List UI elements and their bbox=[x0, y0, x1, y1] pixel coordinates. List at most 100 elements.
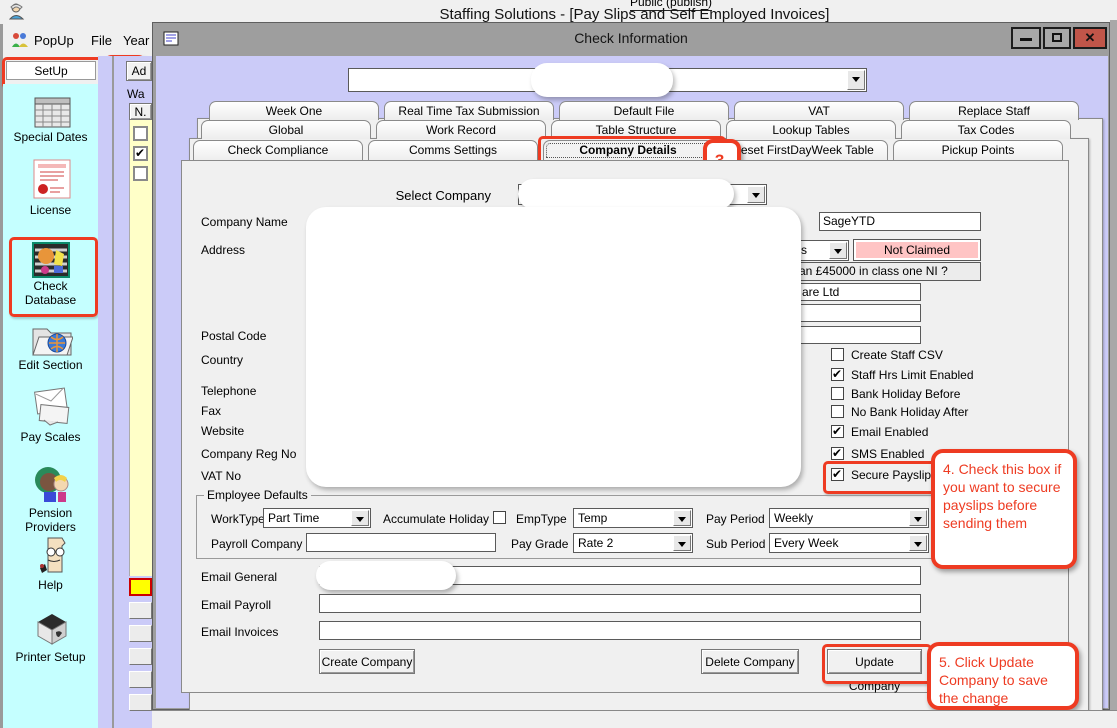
dropdown-arrow-icon[interactable] bbox=[351, 510, 369, 526]
bank-holiday-before-checkbox[interactable] bbox=[831, 387, 844, 400]
email-enabled-label: Email Enabled bbox=[851, 425, 928, 439]
grid-row-checkbox[interactable] bbox=[133, 146, 148, 161]
tab-comms-settings[interactable]: Comms Settings bbox=[368, 140, 538, 161]
window-right-edge bbox=[1110, 20, 1117, 728]
tab-work-record[interactable]: Work Record bbox=[376, 120, 546, 139]
check-information-dialog: Check Information ✕ Week One Real Time T… bbox=[152, 22, 1110, 710]
app-icon bbox=[8, 3, 25, 20]
email-general-label: Email General bbox=[201, 570, 277, 584]
special-dates-icon[interactable] bbox=[34, 97, 71, 128]
setup-button[interactable]: SetUp bbox=[6, 61, 96, 80]
check-database-label-2[interactable]: Database bbox=[3, 293, 98, 307]
add-button[interactable]: Ad bbox=[126, 61, 152, 81]
dialog-body: Week One Real Time Tax Submission Defaul… bbox=[156, 56, 1108, 708]
tab-replace-staff[interactable]: Replace Staff bbox=[909, 101, 1079, 120]
worktype-label: WorkType bbox=[211, 512, 265, 526]
grid-cell[interactable] bbox=[129, 602, 152, 619]
printer-setup-icon[interactable] bbox=[30, 608, 74, 648]
vat-no-label: VAT No bbox=[201, 469, 241, 483]
menu-item-popup[interactable]: PopUp bbox=[34, 33, 74, 48]
payroll-company-field[interactable] bbox=[306, 533, 496, 552]
grid-row-checkbox[interactable] bbox=[133, 166, 148, 181]
emptype-combobox[interactable]: Temp bbox=[573, 508, 693, 528]
sms-enabled-checkbox[interactable] bbox=[831, 447, 844, 460]
sub-period-combobox[interactable]: Every Week bbox=[769, 533, 929, 553]
check-database-icon[interactable] bbox=[32, 242, 70, 278]
edit-section-icon[interactable] bbox=[31, 321, 73, 357]
sage-field[interactable]: SageYTD bbox=[819, 212, 981, 231]
tab-global[interactable]: Global bbox=[201, 120, 371, 139]
pay-grade-label: Pay Grade bbox=[511, 537, 568, 551]
grid-cell[interactable] bbox=[129, 648, 152, 665]
menu-item-file[interactable]: File bbox=[91, 33, 112, 48]
telephone-label: Telephone bbox=[201, 384, 256, 398]
tab-week-one[interactable]: Week One bbox=[209, 101, 379, 120]
delete-company-button[interactable]: Delete Company bbox=[701, 649, 799, 674]
grid-column-header[interactable]: N. bbox=[129, 103, 152, 120]
dropdown-arrow-icon[interactable] bbox=[909, 535, 927, 551]
minimize-button[interactable] bbox=[1011, 27, 1041, 49]
popup-menu-icon bbox=[11, 31, 29, 49]
secure-payslips-highlight-box bbox=[823, 461, 943, 494]
pension-providers-label-2[interactable]: Providers bbox=[3, 520, 98, 534]
not-claimed-button[interactable]: Not Claimed bbox=[856, 242, 978, 258]
dropdown-arrow-icon[interactable] bbox=[673, 535, 691, 551]
dropdown-arrow-icon[interactable] bbox=[747, 186, 765, 203]
pay-grade-combobox[interactable]: Rate 2 bbox=[573, 533, 693, 553]
annotation-callout-5: 5. Click Update Company to save the chan… bbox=[927, 642, 1079, 710]
license-icon[interactable] bbox=[32, 158, 72, 200]
accumulate-holiday-checkbox[interactable] bbox=[493, 511, 506, 524]
sidebar-item-special-dates[interactable]: Special Dates bbox=[3, 130, 98, 144]
maximize-button[interactable] bbox=[1043, 27, 1071, 49]
tab-check-compliance[interactable]: Check Compliance bbox=[193, 140, 363, 161]
tab-pickup-points[interactable]: Pickup Points bbox=[893, 140, 1063, 161]
sidebar-item-edit-section[interactable]: Edit Section bbox=[3, 358, 98, 372]
grid-cell[interactable] bbox=[129, 671, 152, 688]
tab-default-file[interactable]: Default File bbox=[559, 101, 729, 120]
screen: Public (publish) Staffing Solutions - [P… bbox=[0, 0, 1117, 728]
dropdown-arrow-icon[interactable] bbox=[829, 242, 847, 259]
worktype-combobox[interactable]: Part Time bbox=[263, 508, 371, 528]
email-payroll-field[interactable] bbox=[319, 594, 921, 613]
help-icon[interactable] bbox=[36, 536, 70, 578]
annotation-callout-4: 4. Check this box if you want to secure … bbox=[931, 449, 1077, 569]
dropdown-arrow-icon[interactable] bbox=[673, 510, 691, 526]
pay-scales-icon[interactable] bbox=[30, 386, 74, 426]
sidebar-item-printer-setup[interactable]: Printer Setup bbox=[3, 650, 98, 664]
tab-real-time-tax-submission[interactable]: Real Time Tax Submission bbox=[384, 101, 554, 120]
grid-row-checkbox[interactable] bbox=[133, 126, 148, 141]
redaction-blob bbox=[518, 179, 734, 209]
tab-lookup-tables[interactable]: Lookup Tables bbox=[726, 120, 896, 139]
grid-divider bbox=[112, 56, 114, 728]
grid-selected-cell[interactable] bbox=[129, 578, 152, 596]
sidebar-item-help[interactable]: Help bbox=[3, 578, 98, 592]
no-bank-holiday-after-label: No Bank Holiday After bbox=[851, 405, 968, 419]
dropdown-arrow-icon[interactable] bbox=[847, 70, 865, 90]
redaction-blob bbox=[306, 207, 801, 487]
pension-providers-icon[interactable] bbox=[32, 462, 72, 504]
tab-tax-codes[interactable]: Tax Codes bbox=[901, 120, 1071, 139]
check-database-label-1[interactable]: Check bbox=[3, 279, 98, 293]
no-bank-holiday-after-checkbox[interactable] bbox=[831, 405, 844, 418]
create-company-button[interactable]: Create Company bbox=[319, 649, 415, 674]
pension-providers-label-1[interactable]: Pension bbox=[3, 506, 98, 520]
staff-hrs-limit-label: Staff Hrs Limit Enabled bbox=[851, 368, 974, 382]
pay-period-combobox[interactable]: Weekly bbox=[769, 508, 929, 528]
staff-hrs-limit-checkbox[interactable] bbox=[831, 368, 844, 381]
not-claimed-container: Not Claimed bbox=[853, 239, 981, 261]
country-label: Country bbox=[201, 353, 243, 367]
grid-cell[interactable] bbox=[129, 694, 152, 711]
email-enabled-checkbox[interactable] bbox=[831, 425, 844, 438]
tab-reset-firstdayweek-table[interactable]: Reset FirstDayWeek Table bbox=[718, 140, 888, 161]
company-name-label: Company Name bbox=[201, 215, 288, 229]
create-staff-csv-checkbox[interactable] bbox=[831, 348, 844, 361]
ni-combobox[interactable]: s bbox=[796, 240, 849, 261]
email-invoices-field[interactable] bbox=[319, 621, 921, 640]
grid-cell[interactable] bbox=[129, 625, 152, 642]
sms-enabled-label: SMS Enabled bbox=[851, 447, 924, 461]
sidebar-item-pay-scales[interactable]: Pay Scales bbox=[3, 430, 98, 444]
close-button[interactable]: ✕ bbox=[1073, 27, 1107, 49]
sidebar-item-license[interactable]: License bbox=[3, 203, 98, 217]
dropdown-arrow-icon[interactable] bbox=[909, 510, 927, 526]
tab-vat[interactable]: VAT bbox=[734, 101, 904, 120]
